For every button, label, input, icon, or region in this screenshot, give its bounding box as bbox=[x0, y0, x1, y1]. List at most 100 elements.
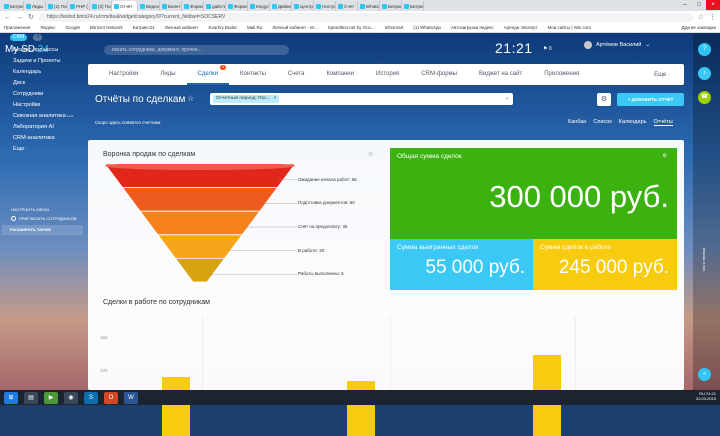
browser-tab[interactable]: Дайжес bbox=[270, 1, 292, 11]
chat-icon[interactable]: ☎ bbox=[698, 91, 711, 104]
funnel-stage[interactable] bbox=[139, 210, 261, 236]
browser-tab[interactable]: (2) Пост bbox=[46, 1, 68, 11]
sidebar-item[interactable]: Диск bbox=[13, 80, 73, 86]
reload-icon[interactable]: ↻ bbox=[28, 13, 34, 21]
browser-tab[interactable]: Битрикс bbox=[380, 1, 402, 11]
bookmark-item[interactable]: Битрикс24 bbox=[133, 25, 155, 30]
crm-tab[interactable]: CRM-формы bbox=[410, 64, 468, 85]
sidebar-item[interactable]: Настройки bbox=[13, 102, 73, 108]
browser-tab[interactable]: Битрикс bbox=[402, 1, 424, 11]
browser-tab[interactable]: Счёт bbox=[336, 1, 358, 11]
browser-tab[interactable]: Лиды bbox=[24, 1, 46, 11]
crm-tab[interactable]: История bbox=[365, 64, 410, 85]
bookmark-item[interactable]: Kvartiry Budar bbox=[208, 25, 237, 30]
browser-tab[interactable]: Билет bbox=[160, 1, 182, 11]
crm-tab[interactable]: Виджет на сайт bbox=[468, 64, 533, 85]
crm-tab[interactable]: Счета bbox=[277, 64, 316, 85]
bookmark-item[interactable]: Mail.Ru bbox=[247, 25, 262, 30]
explorer-icon[interactable]: ▤ bbox=[24, 391, 38, 404]
sidebar-item[interactable]: Еще · bbox=[13, 146, 73, 152]
funnel-stage[interactable] bbox=[174, 258, 226, 283]
chart-bar[interactable] bbox=[347, 380, 375, 436]
settings-gear-button[interactable]: ⚙ bbox=[597, 93, 611, 106]
maximize-button[interactable]: □ bbox=[692, 0, 706, 10]
funnel-stage[interactable] bbox=[157, 234, 243, 259]
other-bookmarks[interactable]: Другие закладки bbox=[682, 23, 716, 33]
search-icon[interactable]: ⌕ bbox=[506, 96, 509, 103]
expand-tariff-button[interactable]: Расширить тариф bbox=[2, 225, 83, 235]
crm-more-button[interactable]: Еще · bbox=[654, 72, 684, 78]
start-button-icon[interactable]: ⊞ bbox=[4, 391, 18, 404]
bookmark-item[interactable]: Infosmart bbox=[385, 25, 404, 30]
browser-tab[interactable]: Форма bbox=[226, 1, 248, 11]
bookmark-item[interactable]: Приложения bbox=[4, 25, 30, 30]
help-icon[interactable]: ? bbox=[698, 43, 711, 56]
notifications-counter[interactable]: ⚑ 0 bbox=[543, 46, 552, 52]
media-icon[interactable]: ▶ bbox=[44, 391, 58, 404]
bookmark-item[interactable]: Bitrix24 Network bbox=[90, 25, 123, 30]
minimize-button[interactable]: – bbox=[678, 0, 692, 10]
sidebar-item[interactable]: Задачи и Проекты bbox=[13, 58, 73, 64]
invite-link[interactable]: Пригласить сотрудников bbox=[11, 216, 76, 221]
crm-tab[interactable]: Настройки bbox=[98, 64, 149, 85]
crm-tab[interactable]: Контакты bbox=[229, 64, 277, 85]
bookmark-item[interactable]: Личный кабинет bbox=[165, 25, 199, 30]
tile-settings-icon[interactable]: ⚙ bbox=[663, 153, 667, 159]
crm-tab[interactable]: Сделки 4 bbox=[186, 64, 229, 85]
bookmark-item[interactable]: Автозагрузки яндекс bbox=[451, 25, 494, 30]
browser-tab[interactable]: Центр bbox=[292, 1, 314, 11]
sidebar-item[interactable]: Бизнес-процессы bbox=[13, 47, 73, 53]
chart-bar[interactable] bbox=[162, 377, 190, 436]
browser-tab[interactable]: Битрикс bbox=[2, 1, 24, 11]
chat-calls-label[interactable]: Чат и звонки bbox=[701, 248, 706, 271]
close-button[interactable]: × bbox=[706, 0, 720, 10]
browser-tab[interactable]: Форма bbox=[182, 1, 204, 11]
browser-tab[interactable]: (2) Пос bbox=[90, 1, 112, 11]
favorite-star-icon[interactable]: ☆ bbox=[187, 94, 194, 103]
global-search-input[interactable]: искать сотрудника, документ, прочее... bbox=[104, 45, 289, 55]
browser-tab[interactable]: PHP ( bbox=[68, 1, 90, 11]
bookmark-item[interactable]: Личный кабинет - М... bbox=[272, 25, 317, 30]
view-tab[interactable]: Канбан bbox=[568, 119, 586, 126]
search-people-icon[interactable]: ⌕ bbox=[698, 368, 711, 381]
browser-tab[interactable]: Отчёт bbox=[112, 1, 138, 11]
crm-tab[interactable]: Компании bbox=[315, 64, 365, 85]
skype-icon[interactable]: S bbox=[84, 391, 98, 404]
sidebar-item[interactable]: Календарь bbox=[13, 69, 73, 75]
browser-tab[interactable]: дайсте bbox=[204, 1, 226, 11]
crm-tab[interactable]: Лиды bbox=[149, 64, 186, 85]
browser-menu-icon[interactable]: ⋮ bbox=[709, 13, 716, 21]
word-icon[interactable]: W bbox=[124, 391, 138, 404]
bookmark-item[interactable]: Мои сайты | Wix.com bbox=[547, 25, 591, 30]
sidebar-item[interactable]: Сквозная аналитика beta bbox=[13, 113, 73, 119]
clock[interactable]: 21:21 bbox=[495, 40, 533, 56]
close-icon[interactable]: × bbox=[274, 95, 277, 103]
browser-tab[interactable]: WhatsA bbox=[358, 1, 380, 11]
sidebar-item[interactable]: Лаборатория AI bbox=[13, 124, 73, 130]
bookmark-item[interactable]: Яндекс bbox=[40, 25, 55, 30]
browser-tab[interactable]: Настро bbox=[314, 1, 336, 11]
bookmark-item[interactable]: Google bbox=[65, 25, 80, 30]
funnel-stage[interactable] bbox=[121, 187, 279, 212]
back-icon[interactable]: ← bbox=[4, 14, 11, 21]
outlook-icon[interactable]: O bbox=[104, 391, 118, 404]
user-menu[interactable]: Артёмов Василий ⌄ bbox=[584, 41, 650, 49]
filter-search-bar[interactable]: Отчётный период: Пос... × ⌕ bbox=[210, 93, 513, 105]
sidebar-item[interactable]: Сотрудники bbox=[13, 91, 73, 97]
url-input[interactable]: https://testsd.bitrix24.ru/crm/deal/widg… bbox=[38, 12, 693, 22]
browser-tab[interactable]: Видео bbox=[138, 1, 160, 11]
view-tab[interactable]: Отчёты bbox=[653, 119, 673, 126]
browser-tab[interactable]: Модул bbox=[248, 1, 270, 11]
add-report-button[interactable]: + ДОБАВИТЬ ОТЧЁТ bbox=[617, 93, 684, 106]
view-tab[interactable]: Список bbox=[593, 119, 611, 126]
bookmark-item[interactable]: Speedtest.net by Ooc... bbox=[328, 25, 375, 30]
filter-chip[interactable]: Отчётный период: Пос... × bbox=[213, 95, 280, 103]
notifications-bell-icon[interactable]: ♪ bbox=[698, 67, 711, 80]
widget-menu-icon[interactable]: ⚙ bbox=[368, 151, 373, 158]
config-menu-link[interactable]: Настроить меню bbox=[11, 207, 49, 212]
view-tab[interactable]: Календарь bbox=[619, 119, 647, 126]
crm-menu-item[interactable]: CRM 4 bbox=[10, 34, 43, 41]
crm-tab[interactable]: Приложения bbox=[533, 64, 590, 85]
chrome-icon[interactable]: ◉ bbox=[64, 391, 78, 404]
bookmark-item[interactable]: Аренда Эксперт bbox=[504, 25, 538, 30]
